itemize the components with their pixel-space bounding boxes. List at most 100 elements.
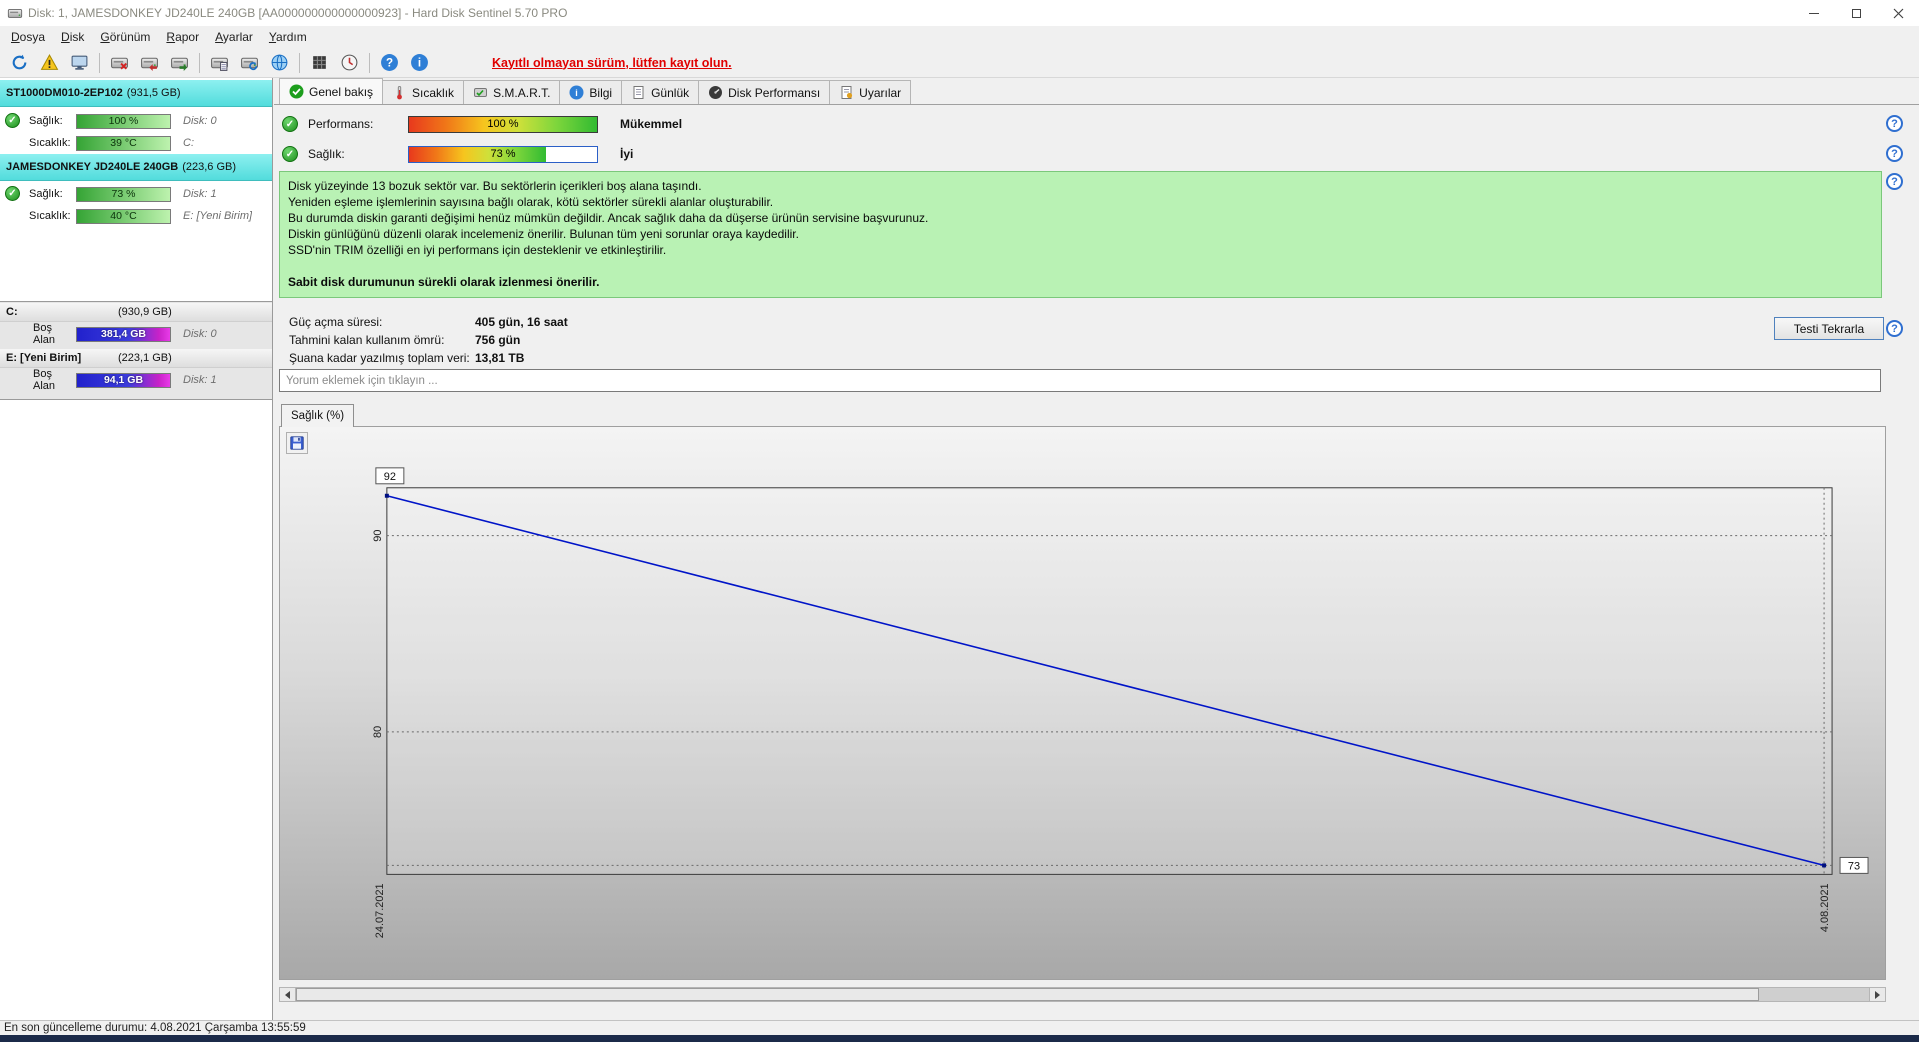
menu-gorunum[interactable]: Görünüm [92, 28, 158, 46]
register-link[interactable]: Kayıtlı olmayan sürüm, lütfen kayıt olun… [492, 56, 732, 70]
scrollbar-track[interactable] [296, 988, 1869, 1001]
tab-sicaklik[interactable]: Sıcaklık [382, 80, 465, 104]
chart-tab-saglik[interactable]: Sağlık (%) [281, 404, 355, 427]
alerts-icon[interactable] [36, 51, 62, 75]
health-line-plot: 92 73 90 80 24.07.2021 4.08.2021 [372, 467, 1869, 938]
disk-1-temp-row: Sıcaklık: 40 °C E: [Yeni Birim] [0, 205, 272, 227]
thermometer-icon [392, 85, 407, 100]
health-history-chart: 92 73 90 80 24.07.2021 4.08.2021 [279, 426, 1886, 980]
minimize-button[interactable] [1793, 0, 1835, 26]
partition-c[interactable]: C: (930,9 GB) [0, 303, 272, 322]
window-title: Disk: 1, JAMESDONKEY JD240LE 240GB [AA00… [28, 6, 568, 20]
scrollbar-thumb[interactable] [296, 988, 1759, 1001]
floppy-save-icon [290, 436, 304, 450]
save-chart-button[interactable] [286, 432, 308, 454]
disk-sync-icon[interactable] [236, 51, 262, 75]
health-row: ✓ Sağlık: 73 % İyi [279, 142, 1879, 166]
scroll-right-button[interactable] [1869, 988, 1885, 1001]
stat-label: Güç açma süresi: [289, 315, 383, 329]
menu-yardim[interactable]: Yardım [261, 28, 315, 46]
disk-report-icon[interactable] [206, 51, 232, 75]
help-icon[interactable]: ? [1886, 115, 1903, 132]
menu-rapor[interactable]: Rapor [158, 28, 207, 46]
chart-end-value: 73 [1848, 860, 1860, 872]
help-icon[interactable]: ? [1886, 173, 1903, 190]
tab-gunluk[interactable]: Günlük [621, 80, 700, 104]
disk-item-1[interactable]: JAMESDONKEY JD240LE 240GB (223,6 GB) [0, 154, 272, 181]
performance-label: Performans: [308, 117, 374, 131]
disk-number: Disk: 0 [183, 115, 217, 127]
tab-bar: Genel bakış Sıcaklık S.M.A.R.T. i Bilgi … [274, 78, 1919, 105]
free-space-value: 94,1 GB [103, 374, 144, 386]
taskbar-strip [0, 1035, 1919, 1042]
health-value: 73 % [111, 188, 136, 200]
free-space-label: Boş Alan [33, 368, 56, 392]
stat-value: 756 gün [475, 333, 521, 347]
performance-row: ✓ Performans: 100 % Mükemmel [279, 112, 1879, 136]
partition-e[interactable]: E: [Yeni Birim] (223,1 GB) [0, 349, 272, 368]
tab-uyarilar[interactable]: Uyarılar [829, 80, 912, 104]
free-space-value: 381,4 GB [101, 328, 146, 340]
tab-smart[interactable]: S.M.A.R.T. [463, 80, 561, 104]
tab-label: Disk Performansı [728, 85, 821, 100]
minimize-icon [1809, 12, 1819, 14]
disk-next-icon[interactable] [166, 51, 192, 75]
advisory-line: SSD'nin TRIM özelliği en iyi performans … [288, 243, 667, 257]
performance-percent: 100 % [487, 117, 519, 130]
disk-item-0[interactable]: ST1000DM010-2EP102 (931,5 GB) [0, 80, 272, 107]
surface-test-icon[interactable] [306, 51, 332, 75]
toolbar-separator [299, 52, 300, 73]
tab-disk-performansi[interactable]: Disk Performansı [698, 80, 831, 104]
partition-e-free-row: Boş Alan 94,1 GB Disk: 1 [0, 368, 272, 392]
refresh-icon[interactable] [6, 51, 32, 75]
menu-dosya[interactable]: Dosya [3, 28, 53, 46]
scheduler-icon[interactable] [336, 51, 362, 75]
drive-letter: E: [Yeni Birim] [183, 210, 253, 222]
info-icon[interactable]: i [406, 51, 432, 75]
free-space-bar: 94,1 GB [76, 372, 171, 388]
world-icon[interactable] [266, 51, 292, 75]
disk-number: Disk: 1 [183, 374, 217, 386]
advisory-line: Yeniden eşleme işlemlerinin sayısına bağ… [288, 195, 774, 209]
advisory-line: Bu durumda diskin garanti değişimi henüz… [288, 211, 929, 225]
disk-prev-icon[interactable] [136, 51, 162, 75]
maximize-button[interactable] [1835, 0, 1877, 26]
performance-rating: Mükemmel [620, 117, 683, 131]
close-button[interactable] [1877, 0, 1919, 26]
disk-size: (931,5 GB) [126, 87, 181, 99]
y-axis-tick: 90 [372, 530, 384, 542]
health-bar: 100 % [76, 113, 171, 129]
health-label: Sağlık: [308, 147, 345, 161]
disk-0-temp-row: Sıcaklık: 39 °C C: [0, 132, 272, 154]
help-icon[interactable]: ? [1886, 145, 1903, 162]
health-label: Sağlık: [29, 115, 63, 127]
health-percent: 73 % [490, 147, 516, 160]
tab-label: Sıcaklık [412, 85, 455, 100]
monitor-icon[interactable] [66, 51, 92, 75]
tab-genel-bakis[interactable]: Genel bakış [279, 78, 384, 104]
tab-label: Bilgi [589, 85, 613, 100]
scroll-left-button[interactable] [280, 988, 296, 1001]
drive-letter: C: [183, 137, 194, 149]
help-icon[interactable]: ? [376, 51, 402, 75]
help-icon[interactable]: ? [1886, 320, 1903, 337]
gauge-icon [708, 85, 723, 100]
advisory-line: Disk yüzeyinde 13 bozuk sektör var. Bu s… [288, 179, 702, 193]
retest-button[interactable]: Testi Tekrarla [1774, 317, 1884, 340]
information-icon: i [569, 85, 584, 100]
chart-horizontal-scrollbar[interactable] [279, 987, 1886, 1002]
temp-value: 39 °C [110, 137, 137, 149]
health-ok-icon: ✓ [5, 113, 20, 128]
alerts-page-icon [839, 85, 854, 100]
toolbar-separator [99, 52, 100, 73]
menu-ayarlar[interactable]: Ayarlar [207, 28, 261, 46]
disk-name: JAMESDONKEY JD240LE 240GB [6, 161, 179, 173]
partition-drive: C: [6, 306, 18, 318]
tab-bilgi[interactable]: i Bilgi [559, 80, 623, 104]
comment-input[interactable] [279, 369, 1881, 392]
stat-label: Şuana kadar yazılmış toplam veri: [289, 351, 470, 365]
temp-bar: 39 °C [76, 135, 171, 151]
menu-disk[interactable]: Disk [53, 28, 92, 46]
svg-text:i: i [417, 57, 420, 70]
disk-remove-icon[interactable] [106, 51, 132, 75]
